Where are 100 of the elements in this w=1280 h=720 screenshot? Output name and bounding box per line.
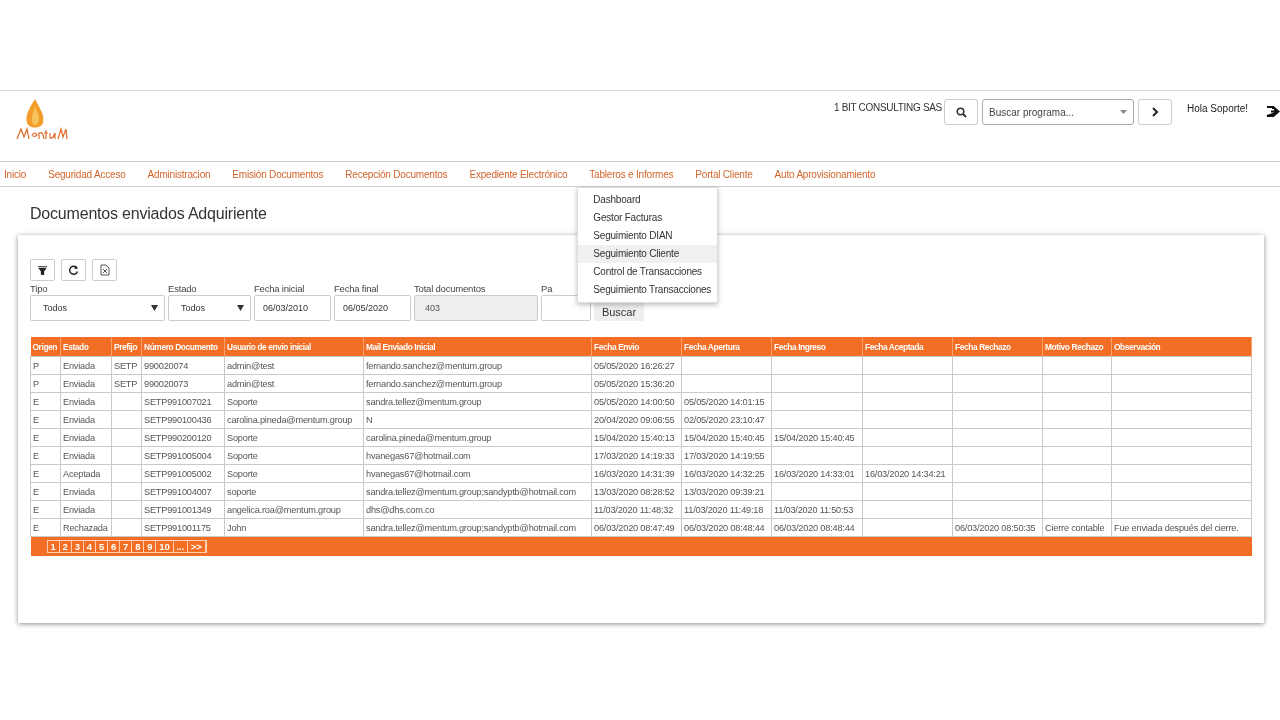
- refresh-button[interactable]: [61, 259, 86, 281]
- dropdown-item[interactable]: Control de Transacciones: [578, 262, 718, 281]
- date-field[interactable]: 06/05/2020: [334, 295, 411, 321]
- dropdown-item[interactable]: Gestor Facturas: [578, 208, 718, 227]
- table-cell: dhs@dhs.com.co: [363, 500, 592, 519]
- table-cell: E: [30, 482, 61, 501]
- page-link[interactable]: 1: [47, 541, 60, 552]
- column-header: Fecha Envio: [591, 337, 682, 357]
- nav-menu-item[interactable]: Inicio: [4, 168, 27, 180]
- table-cell: 06/03/2020 08:48:44: [681, 518, 772, 537]
- total-field: 403: [414, 295, 538, 321]
- page-link[interactable]: 5: [95, 541, 108, 552]
- table-cell: 17/03/2020 14:19:55: [681, 446, 772, 465]
- table-cell: fernando.sanchez@mentum.group: [363, 374, 592, 393]
- table-cell: Enviada: [60, 482, 112, 501]
- table-cell: SETP: [111, 356, 142, 375]
- go-button[interactable]: [1138, 99, 1172, 125]
- column-header: Origen: [30, 337, 61, 357]
- nav-menu-item[interactable]: Portal Cliente: [695, 168, 753, 180]
- page-link[interactable]: 2: [59, 541, 72, 552]
- table-cell: 05/05/2020 14:00:50: [591, 392, 682, 411]
- table-cell: SETP991005004: [141, 446, 225, 465]
- table-cell: 11/03/2020 11:50:53: [771, 500, 863, 519]
- table-cell: SETP991001175: [141, 518, 225, 537]
- column-header: Fecha Ingreso: [771, 337, 863, 357]
- table-cell: 16/03/2020 14:34:21: [862, 464, 953, 483]
- nav-menu-item[interactable]: Auto Aprovisionamiento: [774, 168, 876, 180]
- dropdown-item[interactable]: Dashboard: [578, 190, 718, 209]
- page-link[interactable]: >>: [187, 541, 206, 552]
- filter-button[interactable]: [30, 259, 55, 281]
- table-cell: N: [363, 410, 592, 429]
- column-header: Fecha Aceptada: [862, 337, 953, 357]
- dropdown-arrow-icon: [237, 305, 244, 311]
- column-header: Motivo Rechazo: [1042, 337, 1112, 357]
- table-cell: SETP991005002: [141, 464, 225, 483]
- column-header: Fecha Rechazo: [952, 337, 1043, 357]
- table-cell: Enviada: [60, 428, 112, 447]
- table-cell: E: [30, 392, 61, 411]
- page-link[interactable]: 10: [156, 541, 174, 552]
- table-cell: Soporte: [224, 446, 364, 465]
- greeting: Hola Soporte!: [1187, 103, 1250, 114]
- nav-menu-item[interactable]: Emisión Documentos: [232, 168, 324, 180]
- page-link[interactable]: ...: [173, 541, 188, 552]
- program-search-field[interactable]: Buscar programa...: [982, 99, 1134, 125]
- table-cell: Soporte: [224, 392, 364, 411]
- table-cell: 06/03/2020 08:48:44: [771, 518, 863, 537]
- table-cell: hvanegas67@hotmail.com: [363, 464, 592, 483]
- table-cell: SETP991004007: [141, 482, 225, 501]
- table-cell: 20/04/2020 09:06:55: [591, 410, 682, 429]
- table-cell: 13/03/2020 09:39:21: [681, 482, 772, 501]
- page-link[interactable]: 7: [120, 541, 133, 552]
- field-label: Estado: [168, 283, 198, 295]
- nav-menu-item[interactable]: Expediente Electrónico: [469, 168, 568, 180]
- table-cell: 11/03/2020 11:49:18: [681, 500, 772, 519]
- page-link[interactable]: 3: [71, 541, 84, 552]
- dropdown-item[interactable]: Seguimiento Cliente: [578, 244, 718, 263]
- search-button[interactable]: [944, 99, 978, 125]
- page-link[interactable]: 9: [144, 541, 157, 552]
- page-link[interactable]: 8: [132, 541, 145, 552]
- table-cell: Enviada: [60, 446, 112, 465]
- table-cell: Enviada: [60, 392, 112, 411]
- select-field[interactable]: Todos: [30, 295, 165, 321]
- table-cell: sandra.tellez@mentum.group;sandyptb@hotmail.com: [363, 482, 592, 501]
- export-button[interactable]: [92, 259, 117, 281]
- date-field[interactable]: 06/03/2010: [254, 295, 331, 321]
- page-link[interactable]: 4: [83, 541, 96, 552]
- input-field[interactable]: [541, 295, 591, 321]
- logout-icon[interactable]: [1266, 105, 1280, 118]
- table-cell: SETP: [111, 374, 142, 393]
- table-cell: 990020074: [141, 356, 225, 375]
- dropdown-item[interactable]: Seguimiento DIAN: [578, 226, 718, 245]
- nav-menu-item[interactable]: Recepción Documentos: [345, 168, 448, 180]
- nav-menu-item[interactable]: Tableros e Informes: [589, 168, 674, 180]
- field-label: Total documentos: [414, 283, 487, 295]
- table-cell: carolina.pineda@mentum.group: [363, 428, 592, 447]
- column-header: Número Documento: [141, 337, 225, 357]
- select-field[interactable]: Todos: [168, 295, 251, 321]
- page-link[interactable]: 6: [107, 541, 121, 552]
- table-cell: 15/04/2020 15:40:45: [681, 428, 772, 447]
- table-cell: E: [30, 500, 61, 519]
- nav-menu-item[interactable]: Administracion: [147, 168, 211, 180]
- dropdown-arrow-icon: [151, 305, 158, 311]
- company-name: 1 BIT CONSULTING SAS: [833, 102, 942, 113]
- table-cell: 17/03/2020 14:19:33: [591, 446, 682, 465]
- table-cell: Cierre contable: [1042, 518, 1112, 537]
- table-cell: 16/03/2020 14:32:25: [681, 464, 772, 483]
- refresh-icon: [68, 265, 79, 275]
- table-cell: 13/03/2020 08:28:52: [591, 482, 682, 501]
- table-cell: E: [30, 428, 61, 447]
- table-cell: 990020073: [141, 374, 225, 393]
- table-cell: Rechazada: [60, 518, 112, 537]
- table-cell: Enviada: [60, 410, 112, 429]
- nav-menu-item[interactable]: Seguridad Acceso: [48, 168, 126, 180]
- field-label: Pa: [541, 283, 554, 295]
- field-label: Fecha inicial: [254, 283, 306, 295]
- table-cell: SETP991007021: [141, 392, 225, 411]
- column-header: Fecha Apertura: [681, 337, 772, 357]
- table-cell: carolina.pineda@mentum.group: [224, 410, 364, 429]
- table-cell: Enviada: [60, 500, 112, 519]
- dropdown-arrow-icon: [1120, 110, 1127, 114]
